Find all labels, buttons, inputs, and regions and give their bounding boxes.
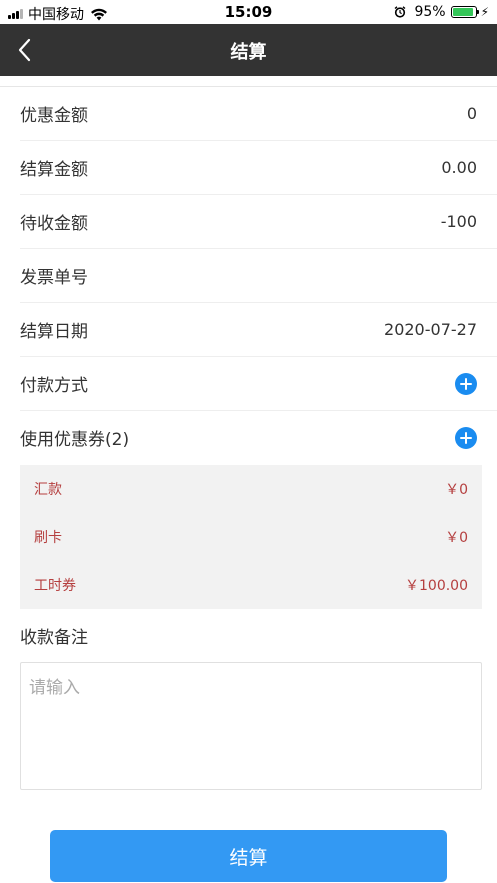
row-label: 付款方式 — [20, 376, 88, 396]
row-settlement-date[interactable]: 结算日期 2020-07-27 — [20, 303, 497, 357]
row-label: 待收金额 — [20, 214, 88, 234]
payment-label: 汇款 — [34, 482, 62, 498]
payment-amount: ￥100.00 — [405, 578, 468, 594]
row-label: 使用优惠券(2) — [20, 430, 130, 450]
row-discount-amount: 优惠金额 0 — [20, 87, 497, 141]
alarm-icon — [394, 6, 406, 18]
payment-amount: ￥0 — [445, 482, 468, 498]
row-label: 优惠金额 — [20, 106, 88, 126]
row-value: -100 — [440, 212, 477, 231]
row-label: 发票单号 — [20, 268, 88, 288]
payment-detail-panel: 汇款 ￥0 刷卡 ￥0 工时券 ￥100.00 — [20, 465, 482, 609]
add-payment-method-button[interactable] — [455, 372, 477, 395]
row-label: 结算金额 — [20, 160, 88, 180]
row-value: 0 — [466, 104, 477, 123]
status-bar: 中国移动 15:09 95% ⚡ — [0, 0, 497, 24]
charging-icon: ⚡ — [480, 5, 489, 19]
row-settlement-amount: 结算金额 0.00 — [20, 141, 497, 195]
battery-percent: 95% — [414, 4, 446, 20]
remark-label: 收款备注 — [20, 628, 88, 648]
row-payment-method: 付款方式 — [20, 357, 497, 411]
battery-level — [452, 8, 474, 16]
settlement-page: 中国移动 15:09 95% ⚡ 结算 优惠金额 0 结算金额 0.00 待收金… — [0, 0, 497, 883]
row-label: 结算日期 — [20, 322, 88, 342]
page-title: 结算 — [230, 42, 267, 63]
payment-amount: ￥0 — [445, 530, 468, 546]
payment-label: 刷卡 — [34, 530, 62, 546]
plus-circle-icon — [460, 431, 472, 444]
add-coupon-button[interactable] — [455, 426, 477, 449]
settlement-info-list: 优惠金额 0 结算金额 0.00 待收金额 -100 发票单号 结算日期 202… — [0, 86, 497, 464]
row-value: 2020-07-27 — [384, 320, 477, 339]
nav-bar: 结算 — [0, 24, 497, 76]
row-invoice-number[interactable]: 发票单号 — [20, 249, 497, 303]
row-use-coupon: 使用优惠券(2) — [20, 411, 497, 464]
payment-label: 工时券 — [34, 578, 76, 594]
payment-detail-row: 刷卡 ￥0 — [20, 513, 482, 561]
payment-detail-row: 汇款 ￥0 — [20, 465, 482, 513]
row-receivable-amount: 待收金额 -100 — [20, 195, 497, 249]
plus-circle-icon — [460, 377, 472, 390]
battery-icon — [450, 6, 479, 18]
payment-detail-row: 工时券 ￥100.00 — [20, 561, 482, 609]
status-right: 95% ⚡ — [394, 4, 489, 20]
row-value: 0.00 — [441, 158, 477, 177]
settle-button[interactable]: 结算 — [50, 830, 447, 882]
remark-input[interactable] — [20, 662, 482, 790]
